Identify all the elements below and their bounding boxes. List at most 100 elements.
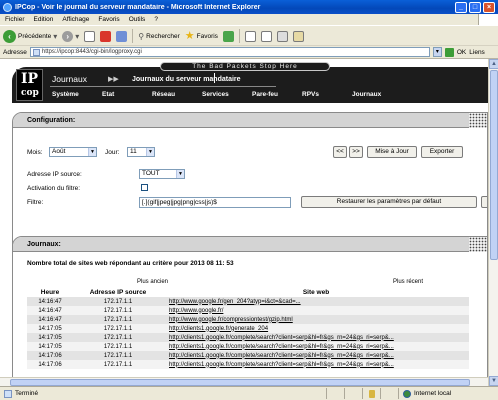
refresh-icon[interactable] xyxy=(100,30,112,42)
vertical-scrollbar[interactable]: ▲ ▼ xyxy=(488,59,498,386)
search-button[interactable]: ⚲ Rechercher xyxy=(138,32,179,41)
export-button[interactable]: Exporter xyxy=(421,146,463,158)
forward-button[interactable]: › ▾ xyxy=(62,30,80,42)
address-input[interactable]: https://ipcop:8443/cgi-bin/logproxy.cgi xyxy=(29,47,430,57)
month-select[interactable]: Août ▼ xyxy=(49,147,97,157)
maximize-button[interactable]: □ xyxy=(469,1,481,13)
row-url-link[interactable]: http://www.google.fr/gen_204?atyp=i&ct=&… xyxy=(163,297,469,306)
row-time: 14:17:05 xyxy=(27,324,73,333)
print-icon[interactable] xyxy=(260,30,272,42)
newer-link[interactable]: Plus récent xyxy=(393,279,423,285)
history-icon[interactable] xyxy=(222,30,234,42)
search-label: Rechercher xyxy=(146,32,180,40)
row-source-ip: 172.17.1.1 xyxy=(73,360,163,369)
go-button[interactable]: OK xyxy=(457,49,466,56)
nav-etat[interactable]: Etat xyxy=(102,91,114,98)
filter-active-checkbox[interactable] xyxy=(141,184,148,191)
row-url-link[interactable]: http://clients1.google.fr/complete/searc… xyxy=(163,351,469,360)
breadcrumb-arrow-icon: ▶▶ xyxy=(108,76,119,83)
row-source-ip: 172.17.1.1 xyxy=(73,333,163,342)
older-link[interactable]: Plus ancien xyxy=(137,279,168,285)
vertical-scroll-thumb[interactable] xyxy=(490,70,498,260)
row-url-link[interactable]: http://www.google.fr/compressiontest/gzi… xyxy=(163,315,469,324)
dotted-corner-decoration xyxy=(469,237,487,252)
table-row: 14:17:05 172.17.1.1 http://clients1.goog… xyxy=(27,324,469,333)
nav-pare-feu[interactable]: Pare-feu xyxy=(252,91,278,98)
table-header-row: Heure Adresse IP source Site web xyxy=(27,288,469,297)
update-button[interactable]: Mise à Jour xyxy=(367,146,417,158)
mouse-cursor-icon xyxy=(214,73,220,83)
configuration-body: Mois: Août ▼ Jour: 11 ▼ << >> Mise à Jou… xyxy=(13,128,487,228)
filter-input[interactable]: [.](gif|jpeg|jpg|png|css|js)$ xyxy=(139,197,291,208)
mail-icon[interactable] xyxy=(244,30,256,42)
row-url-link[interactable]: http://clients1.google.fr/complete/searc… xyxy=(163,342,469,351)
table-row: 14:17:06 172.17.1.1 http://clients1.goog… xyxy=(27,351,469,360)
column-header-time: Heure xyxy=(40,289,60,296)
logo-cop-text: cop xyxy=(21,88,39,98)
search-icon: ⚲ xyxy=(138,31,145,41)
chevron-down-icon: ▼ xyxy=(176,170,184,178)
scroll-down-arrow-icon[interactable]: ▼ xyxy=(489,376,498,386)
logo-ip-text: IP xyxy=(21,71,39,87)
favorites-button[interactable]: ★ Favoris xyxy=(184,29,218,42)
edit-icon[interactable] xyxy=(276,30,288,42)
breadcrumb-section: Journaux xyxy=(52,74,87,84)
journal-panel: Journaux: Nombre total de sites web répo… xyxy=(12,236,488,386)
nav-systeme[interactable]: Système xyxy=(52,91,79,98)
nav-rpvs[interactable]: RPVs xyxy=(302,91,319,98)
day-select[interactable]: 11 ▼ xyxy=(127,147,155,157)
menu-item-help[interactable]: ? xyxy=(154,16,158,23)
row-source-ip: 172.17.1.1 xyxy=(73,342,163,351)
menu-item-edition[interactable]: Edition xyxy=(34,16,54,23)
column-header-source-ip: Adresse IP source xyxy=(89,289,147,296)
row-time: 14:16:47 xyxy=(27,315,73,324)
status-text: Terminé xyxy=(15,390,39,397)
row-url-link[interactable]: http://clients1.google.fr/generate_204 xyxy=(163,324,469,333)
row-url-link[interactable]: http://clients1.google.fr/complete/searc… xyxy=(163,333,469,342)
nav-reseau[interactable]: Réseau xyxy=(152,91,175,98)
minimize-button[interactable]: _ xyxy=(455,1,467,13)
row-source-ip: 172.17.1.1 xyxy=(73,324,163,333)
page-viewport: The Bad Packets Stop Here IP cop Journau… xyxy=(0,59,488,386)
log-table: Heure Adresse IP source Site web 14:16:4… xyxy=(27,288,469,369)
address-dropdown-button[interactable]: ▾ xyxy=(432,47,442,57)
column-header-website: Site web xyxy=(302,289,330,296)
stop-icon[interactable] xyxy=(84,30,96,42)
messenger-icon[interactable] xyxy=(292,30,304,42)
links-label[interactable]: Liens xyxy=(469,49,485,56)
table-row: 14:16:47 172.17.1.1 http://www.google.fr… xyxy=(27,306,469,315)
internet-explorer-icon xyxy=(3,2,12,12)
journal-header: Journaux: xyxy=(13,237,487,252)
zone-label: Internet local xyxy=(414,390,452,397)
menu-item-affichage[interactable]: Affichage xyxy=(62,16,89,23)
go-arrow-icon[interactable] xyxy=(444,47,454,57)
menu-item-fichier[interactable]: Fichier xyxy=(5,16,25,23)
help-button[interactable] xyxy=(481,196,487,208)
toolbar-separator xyxy=(238,29,240,43)
horizontal-scrollbar[interactable] xyxy=(0,377,488,386)
close-button[interactable]: × xyxy=(483,1,495,13)
row-url-link[interactable]: http://clients1.google.fr/complete/searc… xyxy=(163,360,469,369)
chevron-down-icon: ▼ xyxy=(88,148,96,156)
chevron-down-icon: ▾ xyxy=(75,31,80,41)
nav-journaux[interactable]: Journaux xyxy=(352,91,381,98)
restore-defaults-button[interactable]: Restaurer les paramètres par défaut xyxy=(301,196,477,208)
row-time: 14:16:47 xyxy=(27,306,73,315)
menu-item-outils[interactable]: Outils xyxy=(129,16,146,23)
source-ip-select[interactable]: TOUT ▼ xyxy=(139,169,185,179)
back-button[interactable]: ‹ Précédente ▾ xyxy=(3,29,57,43)
horizontal-scroll-thumb[interactable] xyxy=(10,379,470,386)
filter-active-label: Activation du filtre: xyxy=(27,185,81,192)
dotted-corner-decoration xyxy=(469,113,487,128)
next-day-button[interactable]: >> xyxy=(349,146,363,158)
scroll-up-arrow-icon[interactable]: ▲ xyxy=(489,59,498,69)
row-url-link[interactable]: http://www.google.fr/ xyxy=(163,306,469,315)
previous-day-button[interactable]: << xyxy=(333,146,347,158)
menu-item-favoris[interactable]: Favoris xyxy=(98,16,119,23)
favorites-star-icon: ★ xyxy=(184,29,195,42)
back-arrow-icon: ‹ xyxy=(3,29,16,43)
table-row: 14:17:05 172.17.1.1 http://clients1.goog… xyxy=(27,342,469,351)
globe-icon xyxy=(403,389,411,398)
nav-services[interactable]: Services xyxy=(202,91,229,98)
home-icon[interactable] xyxy=(116,30,128,42)
